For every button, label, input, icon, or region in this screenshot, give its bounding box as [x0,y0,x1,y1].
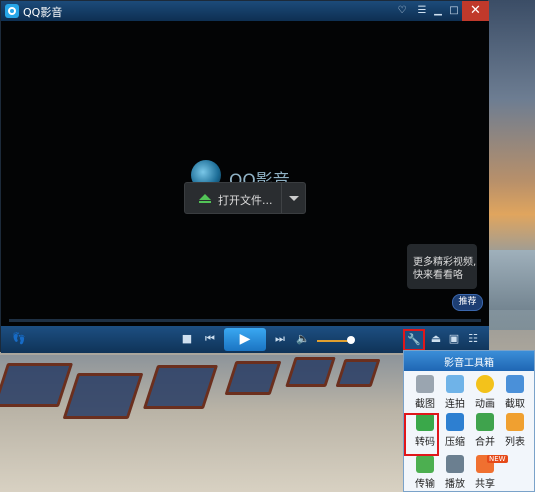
beach-chair [285,357,336,387]
tool-label: 共享 [475,479,495,490]
tool-transfer[interactable]: 传输 [410,455,440,490]
volume-slider-handle[interactable] [347,336,355,344]
open-file-dropdown[interactable] [281,183,306,213]
play-button[interactable]: ▶ [224,328,266,351]
qq-player-window: QQ影音 ♡ ☰ ▁ □ ✕ QQ影音 打开文件... 更多精彩视频, 快来看看… [0,0,489,353]
tool-label: 截取 [505,399,525,410]
recommend-tip-bubble: 更多精彩视频, 快来看看咯 [407,244,477,289]
toolbox-header: 影音工具箱 [404,351,534,371]
play-device-icon [446,455,464,473]
tool-label: 播放 [445,479,465,490]
eject-icon[interactable]: ⏏ [429,331,443,347]
tool-clip[interactable]: 截取 [500,375,530,410]
new-badge: NEW [487,455,508,463]
tip-text-line2: 快来看看咯 [413,270,463,281]
tool-label: 传输 [415,479,435,490]
chevron-down-icon [289,196,299,201]
recommend-button[interactable]: 推荐 [452,294,483,311]
burst-icon [446,375,464,393]
open-file-label: 打开文件... [218,194,273,207]
stop-button[interactable]: ■ [179,331,195,347]
close-button[interactable]: ✕ [462,1,489,21]
beach-chair [142,365,219,409]
smiley-icon [476,375,494,393]
open-file-icon [199,194,211,203]
tool-play[interactable]: 播放 [440,455,470,490]
screen-mode-icon[interactable]: ▣ [447,331,461,347]
desktop-sea [488,250,535,310]
next-button[interactable]: ⏭ [272,331,288,347]
clip-icon [506,375,524,393]
footprint-icon[interactable]: 👣 [11,331,27,347]
skin-icon[interactable]: ♡ [393,3,411,19]
wifi-icon [416,455,434,473]
tool-compress[interactable]: 压缩 [440,413,470,448]
tool-list[interactable]: 列表 [500,413,530,448]
beach-chair [335,359,381,387]
compress-icon [446,413,464,431]
beach-chair [224,361,282,395]
transcode-highlight-box [404,413,439,456]
beach-chair [0,363,74,407]
app-title: QQ影音 [23,6,63,19]
open-file-button[interactable]: 打开文件... [184,182,306,214]
tool-burst[interactable]: 连拍 [440,375,470,410]
list-icon [506,413,524,431]
volume-icon[interactable]: 🔈 [295,331,311,347]
tool-label: 合并 [475,437,495,448]
tool-label: 列表 [505,437,525,448]
tool-label: 截图 [415,399,435,410]
maximize-button[interactable]: □ [445,3,463,19]
tool-label: 压缩 [445,437,465,448]
playlist-icon[interactable]: ☷ [466,331,480,347]
tool-screenshot[interactable]: 截图 [410,375,440,410]
merge-icon [476,413,494,431]
volume-slider[interactable] [317,340,350,342]
tool-merge[interactable]: 合并 [470,413,500,448]
toolbox-button[interactable]: 🔧 [403,329,425,351]
beach-chair [62,373,144,419]
previous-button[interactable]: ⏮ [202,331,218,347]
tool-animation[interactable]: 动画 [470,375,500,410]
toolbox-title: 影音工具箱 [444,358,494,369]
tool-label: 连拍 [445,399,465,410]
title-bar[interactable]: QQ影音 ♡ ☰ ▁ □ ✕ [1,1,489,21]
app-logo-icon [5,4,19,18]
camera-icon [416,375,434,393]
progress-bar[interactable] [9,319,481,322]
tool-label: 动画 [475,399,495,410]
